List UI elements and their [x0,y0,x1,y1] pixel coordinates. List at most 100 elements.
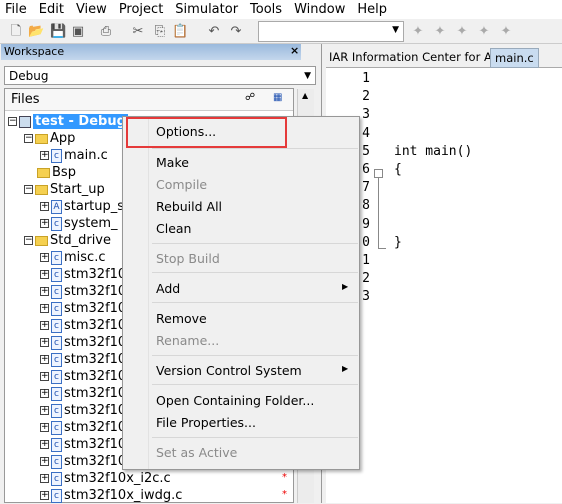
editor-tabs: IAR Information Center for ARM main.c [326,46,562,68]
flashlight-icon[interactable]: ✦ [432,24,448,40]
redo-icon[interactable]: ↷ [228,24,244,40]
tree-item[interactable]: + c main.c [40,147,108,164]
expand-icon[interactable]: + [40,372,49,381]
expand-icon[interactable]: + [40,304,49,313]
collapse-icon[interactable]: − [24,236,33,245]
expand-icon[interactable]: + [40,338,49,347]
menu-simulator[interactable]: Simulator [170,2,245,17]
menu-item-set-as-active[interactable]: Set as Active [156,445,237,460]
tree-item[interactable]: + c stm32f10x_i2c.c [40,470,171,487]
expand-icon[interactable]: + [40,491,49,500]
menu-help[interactable]: Help [352,2,394,17]
c-file-icon: c [51,335,62,350]
expand-icon[interactable]: + [40,151,49,160]
build-column-icon[interactable]: ▦ [273,92,282,103]
expand-icon[interactable]: + [40,355,49,364]
tree-item[interactable]: + c stm32f10x_iwdg.c [40,487,182,504]
expand-icon[interactable]: + [40,389,49,398]
menu-item-open-containing-folder[interactable]: Open Containing Folder... [156,393,314,408]
menu-project[interactable]: Project [114,2,170,17]
tree-item[interactable]: + c system_ [40,215,118,232]
menu-item-rename[interactable]: Rename... [156,333,219,348]
code-line: { [394,162,402,177]
tab-info-center[interactable]: IAR Information Center for ARM [329,50,510,64]
expand-icon[interactable]: + [40,287,49,296]
tree-item[interactable]: Bsp [24,164,76,181]
close-icon[interactable]: × [290,44,299,57]
menu-item-file-properties[interactable]: File Properties... [156,415,256,430]
tree-item[interactable]: + c stm32f10 [40,436,126,453]
configuration-select[interactable]: Debug ▼ [4,66,316,85]
tree-item[interactable]: + c stm32f10 [40,334,126,351]
tree-item[interactable]: + c misc.c [40,249,105,266]
tree-item[interactable]: − Start_up [24,181,105,198]
collapse-icon[interactable]: − [24,185,33,194]
expand-icon[interactable]: + [40,423,49,432]
menu-file[interactable]: File [0,2,34,17]
menu-tools[interactable]: Tools [245,2,289,17]
tree-item[interactable]: + c stm32f10 [40,300,126,317]
open-icon[interactable]: 📂 [28,24,44,40]
code-line: } [394,234,402,250]
print-icon[interactable]: ⎙ [98,24,114,40]
tree-item-label: test - Debug [33,114,128,129]
expand-icon[interactable]: + [40,253,49,262]
menu-item-rebuild-all[interactable]: Rebuild All [156,199,222,214]
tree-item[interactable]: − Std_drive [24,232,111,249]
window-icon[interactable]: ✦ [498,24,514,40]
menu-item-clean[interactable]: Clean [156,221,191,236]
tree-item-label: startup_s [64,199,125,214]
tree-item[interactable]: + c stm32f10 [40,402,126,419]
menu-item-make[interactable]: Make [156,155,189,170]
expand-icon[interactable]: + [40,457,49,466]
tree-item[interactable]: + c stm32f10 [40,419,126,436]
collapse-icon[interactable]: − [8,117,17,126]
toolbar-combo[interactable]: ▼ [258,21,404,42]
collapse-icon[interactable]: − [24,134,33,143]
expand-icon[interactable]: + [40,219,49,228]
tab-main-c[interactable]: main.c [490,48,539,68]
tree-item-label: stm32f10 [64,386,127,401]
tree-item[interactable]: + c stm32f10 [40,266,126,283]
tree-item[interactable]: + c stm32f10 [40,351,126,368]
step-icon[interactable]: ✦ [476,24,492,40]
debug-icon[interactable]: ✦ [454,24,470,40]
tree-item-label: Start_up [50,182,105,197]
flashlight-icon[interactable]: ✦ [410,24,426,40]
cut-icon[interactable]: ✂ [130,24,146,40]
expand-icon[interactable]: + [40,406,49,415]
tree-item[interactable]: + c stm32f10 [40,385,126,402]
tree-item[interactable]: + c stm32f10 [40,317,126,334]
checkout-column-icon[interactable]: ☍ [245,92,255,103]
menu-window[interactable]: Window [289,2,352,17]
tree-item[interactable]: + c stm32f10 [40,453,126,470]
tree-item[interactable]: + Astartup_s [40,198,124,215]
expand-icon[interactable]: + [40,440,49,449]
menu-item-compile[interactable]: Compile [156,177,207,192]
menu-view[interactable]: View [71,2,114,17]
tree-item[interactable]: − App [24,130,75,147]
files-header: Files ☍ ▦ [5,89,293,111]
c-file-icon: c [51,488,62,503]
paste-icon[interactable]: 📋 [172,24,188,40]
tree-item-label: stm32f10x_i2c.c [64,471,171,486]
menu-item-stop-build[interactable]: Stop Build [156,251,220,266]
menu-edit[interactable]: Edit [34,2,71,17]
fold-icon[interactable] [374,169,383,178]
tree-item[interactable]: − test - Debug [8,113,128,130]
expand-icon[interactable]: + [40,270,49,279]
save-all-icon[interactable]: ▣ [70,24,86,40]
new-file-icon[interactable]: 🗋 [8,24,24,40]
copy-icon[interactable]: ⎘ [152,24,168,40]
expand-icon[interactable]: + [40,474,49,483]
menu-item-version-control-system[interactable]: Version Control System [156,363,302,378]
tree-item[interactable]: + c stm32f10 [40,283,126,300]
undo-icon[interactable]: ↶ [206,24,222,40]
tree-item-label: Std_drive [50,233,112,248]
menu-item-remove[interactable]: Remove [156,311,207,326]
expand-icon[interactable]: + [40,202,49,211]
expand-icon[interactable]: + [40,321,49,330]
menu-item-add[interactable]: Add [156,281,180,296]
tree-item[interactable]: + c stm32f10 [40,368,126,385]
save-icon[interactable]: 💾 [50,24,66,40]
